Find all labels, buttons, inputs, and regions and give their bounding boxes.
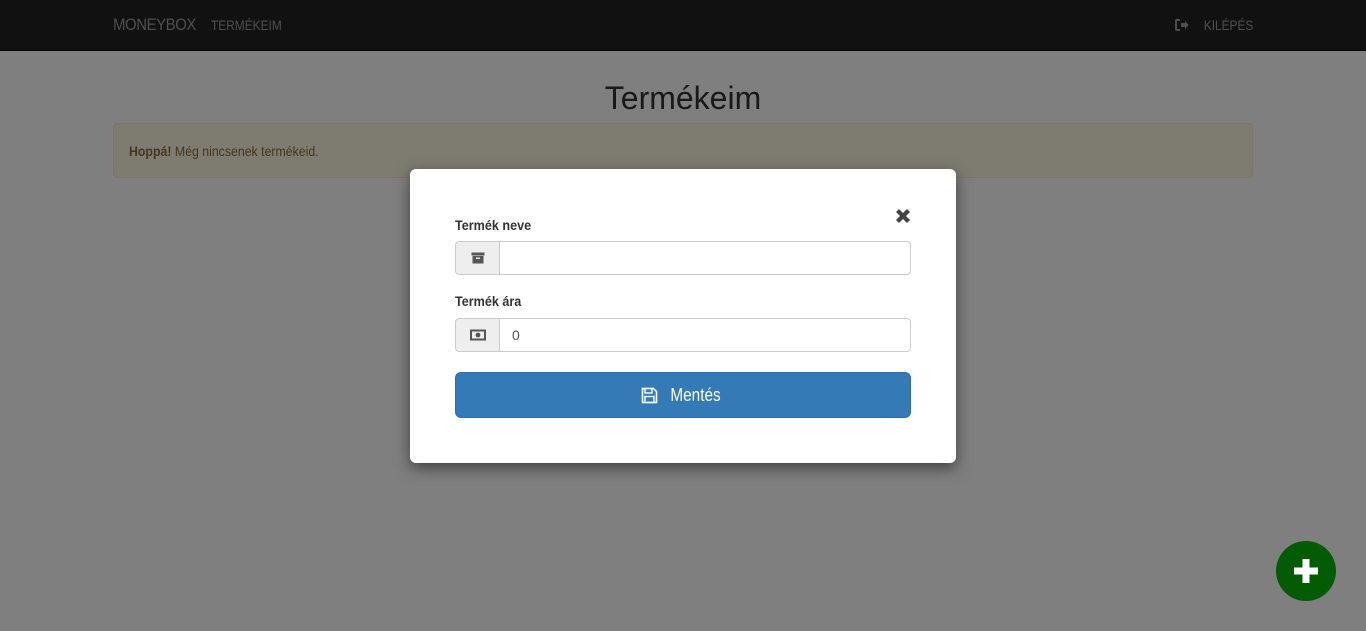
money-icon xyxy=(455,318,499,352)
save-button[interactable]: Mentés xyxy=(455,372,911,418)
product-name-input[interactable] xyxy=(499,241,911,275)
plus-icon xyxy=(1294,559,1318,583)
floppy-disk-icon xyxy=(641,387,658,403)
close-icon[interactable] xyxy=(893,206,913,226)
save-label: Mentés xyxy=(670,384,721,405)
product-price-label: Termék ára xyxy=(455,293,522,309)
product-price-input[interactable] xyxy=(499,318,911,352)
add-product-button[interactable] xyxy=(1276,541,1336,601)
product-name-label: Termék neve xyxy=(455,217,532,233)
product-name-group xyxy=(455,241,911,275)
archive-icon xyxy=(455,241,499,275)
add-product-modal: Termék neve Termék ára Mentés xyxy=(410,169,956,463)
product-price-group xyxy=(455,318,911,352)
